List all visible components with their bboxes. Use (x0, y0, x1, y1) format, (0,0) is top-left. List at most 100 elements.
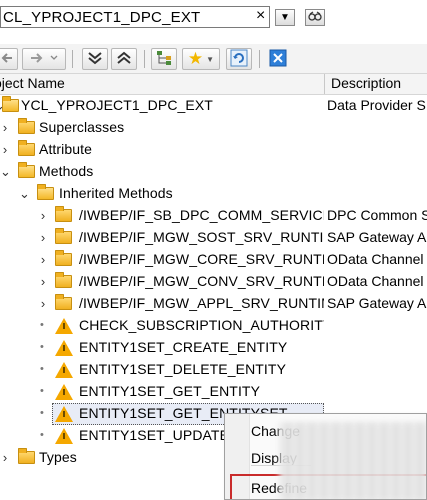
tree-node-label: Superclasses (39, 119, 125, 135)
tree-node-label: ENTITY1SET_GET_ENTITY (79, 383, 261, 399)
folder-open-icon (18, 162, 35, 178)
expand-toggle-icon[interactable]: › (0, 450, 10, 465)
chevron-down-icon: ▼ (206, 54, 215, 64)
leaf-dot-icon: • (40, 363, 44, 375)
warning-triangle-icon (55, 318, 73, 334)
favorites-button[interactable]: ★ ▼ (182, 48, 220, 70)
close-button[interactable] (267, 48, 289, 70)
tree-node-label: /IWBEP/IF_MGW_CORE_SRV_RUNTIME (79, 251, 324, 267)
tree-node-label: Methods (39, 163, 94, 179)
folder-icon (55, 206, 72, 222)
glasses-icon (308, 11, 322, 24)
folder-open-icon (37, 184, 54, 200)
tree-row-method[interactable]: • ENTITY1SET_CREATE_ENTITY (0, 337, 427, 359)
expand-toggle-icon[interactable]: › (38, 230, 48, 245)
favorites-star-icon: ★ (187, 49, 204, 68)
refresh-button[interactable] (226, 48, 252, 70)
tree-node-label: Inherited Methods (59, 185, 173, 201)
column-description[interactable]: Description (331, 75, 401, 91)
tree-node-description: DPC Common S (327, 207, 427, 223)
tree-node-description: Data Provider S (327, 97, 426, 113)
hierarchy-button[interactable] (151, 48, 177, 70)
tree-node-label: ENTITY1SET_DELETE_ENTITY (79, 361, 287, 377)
leaf-dot-icon: • (40, 429, 44, 441)
expand-all-button[interactable] (82, 48, 108, 70)
tree-node-label: Types (39, 449, 77, 465)
tree-node-description: OData Channel (327, 273, 424, 289)
expand-toggle-icon[interactable]: › (38, 296, 48, 311)
leaf-dot-icon: • (40, 385, 44, 397)
tree-row-method[interactable]: • CHECK_SUBSCRIPTION_AUTHORITY (0, 315, 427, 337)
collapse-all-button[interactable] (111, 48, 137, 70)
dropdown-button[interactable]: ▼ (275, 9, 295, 26)
back-button[interactable] (0, 48, 18, 70)
expand-toggle-icon[interactable]: › (38, 252, 48, 267)
expand-toggle-icon[interactable]: › (0, 120, 10, 135)
blurred-overlay (279, 422, 426, 499)
tree-node-label: ENTITY1SET_UPDATE_ENTITY (79, 427, 224, 443)
tree-row-interface[interactable]: › /IWBEP/IF_MGW_CORE_SRV_RUNTIME OData C… (0, 249, 427, 271)
tree-row-method[interactable]: • ENTITY1SET_DELETE_ENTITY (0, 359, 427, 381)
refresh-icon (230, 49, 248, 70)
tree-row-inherited-methods[interactable]: ⌄ Inherited Methods (0, 183, 427, 205)
chevron-down-icon: ▼ (280, 12, 290, 23)
tree-node-description: OData Channel (327, 251, 424, 267)
tree-node-label: ENTITY1SET_CREATE_ENTITY (79, 339, 288, 355)
tree-node-label: YCL_YPROJECT1_DPC_EXT (21, 97, 213, 113)
class-name-combo[interactable]: CL_YPROJECT1_DPC_EXT × (0, 6, 270, 28)
tree-node-description: SAP Gateway A (327, 229, 427, 245)
warning-triangle-icon (55, 384, 73, 400)
collapse-toggle-icon[interactable]: ⌄ (0, 164, 11, 180)
folder-icon (55, 250, 72, 266)
tree-node-label: Attribute (39, 141, 93, 157)
tree-node-label: /IWBEP/IF_MGW_SOST_SRV_RUNTIME (79, 229, 324, 245)
collapse-toggle-icon[interactable]: ⌄ (19, 186, 30, 202)
tree-node-label: /IWBEP/IF_SB_DPC_COMM_SERVICE (79, 207, 324, 223)
toolbar-separator (144, 50, 145, 68)
collapse-all-icon (116, 51, 132, 68)
tree-row-interface[interactable]: › /IWBEP/IF_MGW_SOST_SRV_RUNTIME SAP Gat… (0, 227, 427, 249)
column-divider[interactable] (324, 74, 325, 94)
tree-row-interface[interactable]: › /IWBEP/IF_MGW_CONV_SRV_RUNTIME OData C… (0, 271, 427, 293)
folder-icon (18, 118, 35, 134)
warning-triangle-icon (55, 362, 73, 378)
folder-icon (18, 448, 35, 464)
tree-node-description: SAP Gateway A (327, 295, 427, 311)
back-arrow-icon (0, 52, 14, 67)
toolbar: ★ ▼ (0, 44, 427, 74)
leaf-dot-icon: • (40, 319, 44, 331)
column-object-name[interactable]: oject Name (0, 75, 65, 91)
context-menu: Change Display Redefine (224, 413, 427, 500)
warning-triangle-icon (55, 406, 73, 422)
tree-node-label: /IWBEP/IF_MGW_CONV_SRV_RUNTIME (79, 273, 324, 289)
tree-row-superclasses[interactable]: › Superclasses (0, 117, 427, 139)
expand-toggle-icon[interactable]: › (0, 142, 10, 157)
forward-button[interactable] (22, 48, 66, 70)
forward-arrow-icon (29, 52, 59, 67)
tree-row-interface[interactable]: › /IWBEP/IF_MGW_APPL_SRV_RUNTIME SAP Gat… (0, 293, 427, 315)
display-object-button[interactable] (305, 9, 325, 26)
expand-toggle-icon[interactable]: › (38, 274, 48, 289)
warning-triangle-icon (55, 428, 73, 444)
tree-row-root[interactable]: ⌄ YCL_YPROJECT1_DPC_EXT Data Provider S (0, 95, 427, 117)
folder-open-icon (2, 96, 19, 112)
tree-node-label: /IWBEP/IF_MGW_APPL_SRV_RUNTIME (79, 295, 324, 311)
tree-row-method[interactable]: • ENTITY1SET_GET_ENTITY (0, 381, 427, 403)
leaf-dot-icon: • (40, 407, 44, 419)
expand-toggle-icon[interactable]: › (38, 208, 48, 223)
tree-row-interface[interactable]: › /IWBEP/IF_SB_DPC_COMM_SERVICE DPC Comm… (0, 205, 427, 227)
expand-all-icon (87, 51, 103, 68)
hierarchy-icon (155, 50, 173, 69)
tree-node-label: CHECK_SUBSCRIPTION_AUTHORITY (79, 317, 324, 333)
column-header: oject Name Description (0, 73, 427, 95)
tree-row-methods[interactable]: ⌄ Methods (0, 161, 427, 183)
clear-icon[interactable]: × (256, 7, 265, 25)
warning-triangle-icon (55, 340, 73, 356)
close-icon (269, 49, 287, 70)
leaf-dot-icon: • (40, 341, 44, 353)
tree-row-attribute[interactable]: › Attribute (0, 139, 427, 161)
folder-icon (55, 272, 72, 288)
class-name-value: CL_YPROJECT1_DPC_EXT (3, 9, 201, 26)
folder-icon (55, 294, 72, 310)
folder-icon (18, 140, 35, 156)
